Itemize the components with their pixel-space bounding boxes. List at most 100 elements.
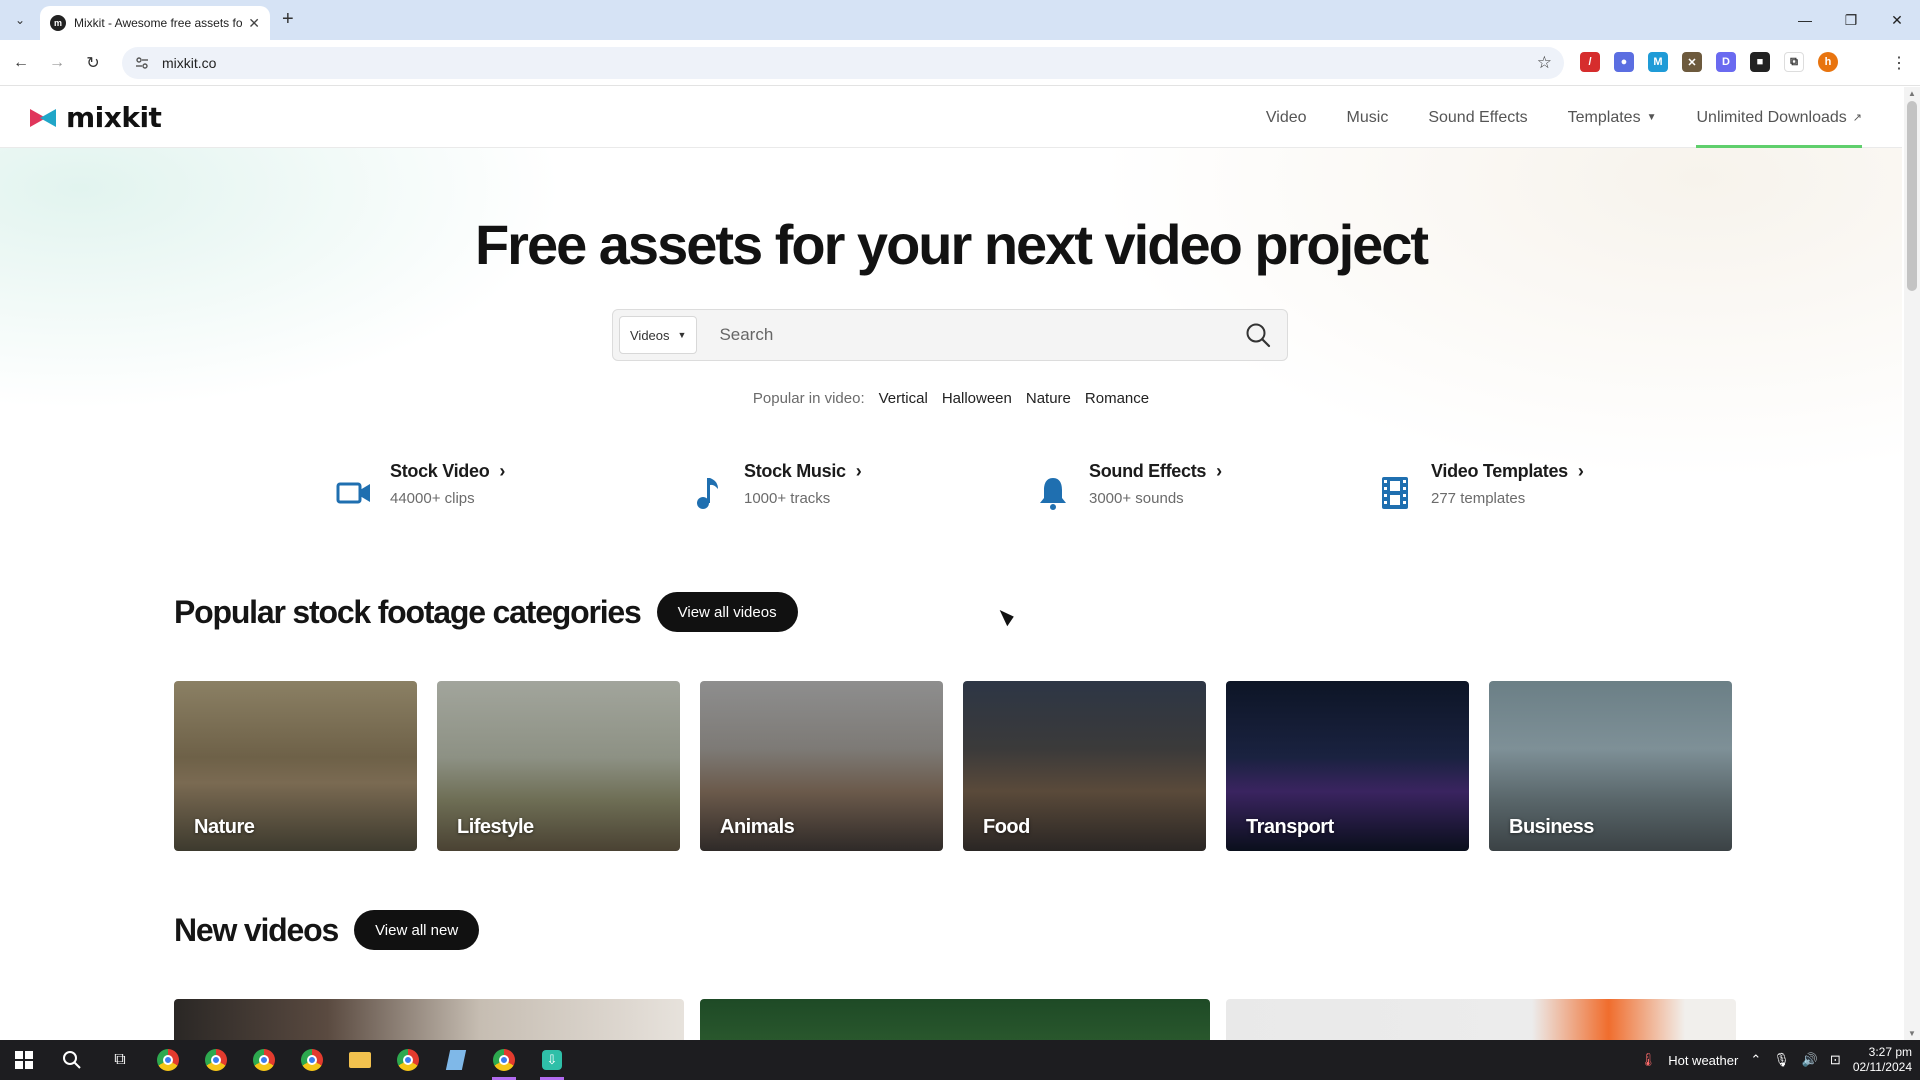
back-arrow-icon[interactable]: ← bbox=[10, 52, 32, 74]
m-extension-icon[interactable]: M bbox=[1648, 52, 1668, 72]
pen-extension-icon[interactable]: / bbox=[1580, 52, 1600, 72]
profile-avatar[interactable]: h bbox=[1818, 52, 1838, 72]
chrome-profile-taskbar-icon[interactable] bbox=[240, 1040, 288, 1080]
category-card-food[interactable]: Food bbox=[963, 681, 1206, 851]
chrome-taskbar-icon[interactable] bbox=[144, 1040, 192, 1080]
music-note-icon bbox=[688, 473, 728, 513]
network-icon[interactable]: ⊡ bbox=[1830, 1052, 1841, 1068]
address-bar[interactable]: mixkit.co ☆ bbox=[122, 47, 1564, 79]
tools-extension-icon[interactable]: ✕ bbox=[1682, 52, 1702, 72]
windows-taskbar: ⧉ ⇩ 🌡 Hot weather ⌃ 🎙 🔊 ⊡ 3:27 pm 02/11/… bbox=[0, 1040, 1920, 1080]
category-card-business[interactable]: Business bbox=[1489, 681, 1732, 851]
chevron-down-icon: ▼ bbox=[677, 330, 687, 340]
volume-icon[interactable]: 🔊 bbox=[1802, 1052, 1818, 1068]
popular-tag-vertical[interactable]: Vertical bbox=[879, 390, 928, 407]
nav-music[interactable]: Music bbox=[1347, 87, 1389, 148]
new-videos-row bbox=[174, 999, 1736, 1040]
feature-title: Video Templates bbox=[1431, 461, 1568, 481]
minimize-icon[interactable]: — bbox=[1782, 0, 1828, 40]
page-scrollbar[interactable]: ▲ ▼ bbox=[1904, 87, 1920, 1040]
microphone-icon[interactable]: 🎙 bbox=[1773, 1052, 1790, 1068]
category-grid: Nature Lifestyle Animals Food Transport … bbox=[174, 681, 1732, 851]
taskbar-search-icon[interactable] bbox=[48, 1040, 96, 1080]
nav-unlimited-downloads[interactable]: Unlimited Downloads ↗ bbox=[1696, 87, 1862, 148]
feature-stock-music[interactable]: Stock Music › 1000+ tracks bbox=[688, 461, 862, 513]
notes-app-icon[interactable] bbox=[432, 1040, 480, 1080]
chevron-up-icon[interactable]: ⌃ bbox=[1750, 1052, 1761, 1068]
feature-video-templates[interactable]: Video Templates › 277 templates bbox=[1375, 461, 1584, 513]
video-thumbnail[interactable] bbox=[700, 999, 1210, 1040]
tab-title: Mixkit - Awesome free assets fo bbox=[74, 16, 243, 30]
popular-tag-romance[interactable]: Romance bbox=[1085, 390, 1149, 407]
tab-close-icon[interactable]: ✕ bbox=[248, 15, 260, 32]
nav-templates[interactable]: Templates ▼ bbox=[1568, 87, 1657, 148]
reload-icon[interactable]: ↻ bbox=[82, 52, 104, 74]
feature-count: 44000+ clips bbox=[390, 490, 475, 507]
extensions-bar: / ● M ✕ D ■ ⧉ h bbox=[1580, 52, 1838, 72]
file-explorer-icon[interactable] bbox=[336, 1040, 384, 1080]
search-input[interactable] bbox=[697, 315, 1241, 355]
chrome-profile-taskbar-icon[interactable] bbox=[192, 1040, 240, 1080]
category-card-lifestyle[interactable]: Lifestyle bbox=[437, 681, 680, 851]
asset-features: Stock Video › 44000+ clips Stock Music › 1… bbox=[0, 461, 1902, 531]
logo-mark-icon bbox=[30, 107, 62, 129]
mixkit-logo[interactable]: mixkit bbox=[30, 101, 162, 134]
browser-toolbar: ← → ↻ mixkit.co ☆ / ● M ✕ D ■ ⧉ h ⋮ bbox=[0, 40, 1920, 86]
category-label: Business bbox=[1509, 816, 1594, 838]
category-label: Nature bbox=[194, 816, 255, 838]
windows-start-icon[interactable] bbox=[0, 1040, 48, 1080]
external-link-icon: ↗ bbox=[1852, 112, 1862, 124]
window-controls: — ❐ ✕ bbox=[1782, 0, 1920, 40]
scrollbar-thumb[interactable] bbox=[1907, 101, 1917, 291]
mouse-cursor-icon bbox=[999, 605, 1017, 627]
tab-search-icon[interactable]: ⌄ bbox=[8, 9, 32, 31]
category-card-animals[interactable]: Animals bbox=[700, 681, 943, 851]
square-extension-icon[interactable]: ■ bbox=[1750, 52, 1770, 72]
category-card-transport[interactable]: Transport bbox=[1226, 681, 1469, 851]
chrome-active-taskbar-icon[interactable] bbox=[480, 1040, 528, 1080]
feature-sound-effects[interactable]: Sound Effects › 3000+ sounds bbox=[1033, 461, 1222, 513]
chrome-profile-taskbar-icon[interactable] bbox=[384, 1040, 432, 1080]
color-extension-icon[interactable]: ● bbox=[1614, 52, 1634, 72]
forward-arrow-icon[interactable]: → bbox=[46, 52, 68, 74]
scroll-down-icon[interactable]: ▼ bbox=[1908, 1029, 1916, 1038]
view-all-new-button[interactable]: View all new bbox=[354, 910, 480, 950]
popular-tag-nature[interactable]: Nature bbox=[1026, 390, 1071, 407]
close-window-icon[interactable]: ✕ bbox=[1874, 0, 1920, 40]
caret-down-icon: ▼ bbox=[1646, 112, 1657, 123]
scroll-up-icon[interactable]: ▲ bbox=[1908, 89, 1916, 98]
view-all-videos-button[interactable]: View all videos bbox=[656, 592, 798, 632]
search-type-value: Videos bbox=[630, 327, 670, 343]
new-tab-icon[interactable]: + bbox=[282, 9, 294, 29]
download-app-icon[interactable]: ⇩ bbox=[528, 1040, 576, 1080]
site-settings-icon[interactable] bbox=[134, 55, 150, 71]
clock[interactable]: 3:27 pm 02/11/2024 bbox=[1853, 1045, 1912, 1075]
nav-video[interactable]: Video bbox=[1266, 87, 1307, 148]
feature-title: Stock Music bbox=[744, 461, 846, 481]
weather-text[interactable]: Hot weather bbox=[1668, 1053, 1738, 1068]
video-thumbnail[interactable] bbox=[174, 999, 684, 1040]
task-view-icon[interactable]: ⧉ bbox=[96, 1040, 144, 1080]
main-nav: Video Music Sound Effects Templates ▼ Unl… bbox=[1266, 87, 1862, 148]
popular-tags: Popular in video: Vertical Halloween Nat… bbox=[0, 390, 1902, 407]
video-thumbnail[interactable] bbox=[1226, 999, 1736, 1040]
search-type-select[interactable]: Videos ▼ bbox=[619, 316, 698, 354]
puzzle-extension-icon[interactable]: ⧉ bbox=[1784, 52, 1804, 72]
url-text: mixkit.co bbox=[162, 55, 217, 71]
categories-title: Popular stock footage categories bbox=[174, 593, 642, 630]
d-extension-icon[interactable]: D bbox=[1716, 52, 1736, 72]
feature-title: Stock Video bbox=[390, 461, 490, 481]
search-icon[interactable] bbox=[1241, 318, 1275, 352]
popular-tag-halloween[interactable]: Halloween bbox=[942, 390, 1012, 407]
category-label: Animals bbox=[720, 816, 795, 838]
restore-icon[interactable]: ❐ bbox=[1828, 0, 1874, 40]
browser-tab[interactable]: m Mixkit - Awesome free assets fo ✕ bbox=[40, 6, 270, 40]
feature-title: Sound Effects bbox=[1089, 461, 1207, 481]
nav-sound-effects[interactable]: Sound Effects bbox=[1428, 87, 1527, 148]
browser-menu-icon[interactable]: ⋮ bbox=[1888, 52, 1910, 74]
chrome-profile-taskbar-icon[interactable] bbox=[288, 1040, 336, 1080]
category-card-nature[interactable]: Nature bbox=[174, 681, 417, 851]
bookmark-star-icon[interactable]: ☆ bbox=[1537, 53, 1552, 73]
feature-stock-video[interactable]: Stock Video › 44000+ clips bbox=[334, 461, 505, 513]
chevron-right-icon: › bbox=[499, 461, 506, 481]
